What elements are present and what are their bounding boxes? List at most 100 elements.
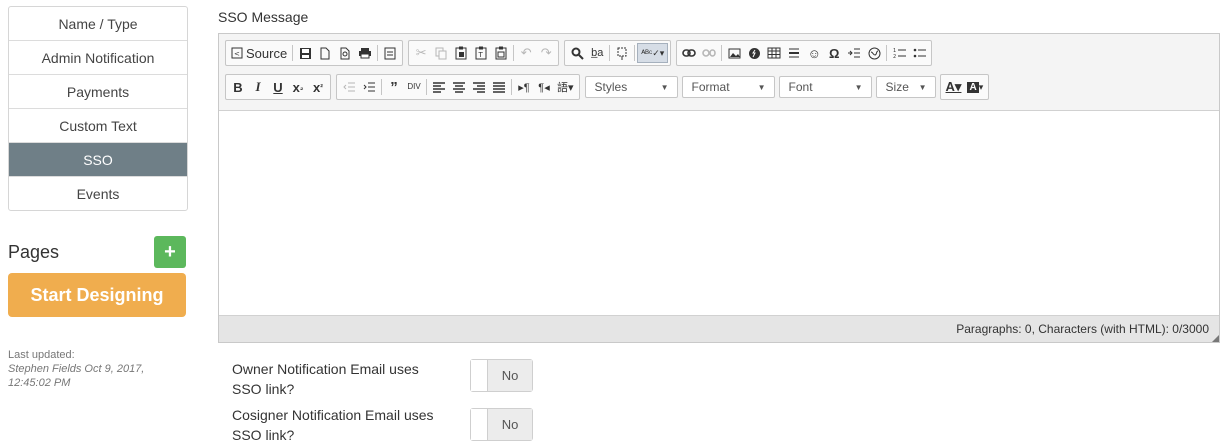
text-direction-rtl-icon[interactable]: ¶◂	[534, 77, 554, 97]
sidebar-item-sso[interactable]: SSO	[9, 143, 187, 177]
align-center-icon[interactable]	[449, 77, 469, 97]
editor-content-area[interactable]	[219, 111, 1219, 316]
svg-text:T: T	[478, 51, 484, 59]
sidebar-nav: Name / Type Admin Notification Payments …	[8, 6, 188, 211]
align-right-icon[interactable]	[469, 77, 489, 97]
sidebar-item-label: Admin Notification	[41, 49, 155, 66]
format-value: Format	[691, 80, 730, 94]
text-direction-ltr-icon[interactable]: ▸¶	[514, 77, 534, 97]
horizontal-line-icon[interactable]	[784, 43, 804, 63]
smiley-icon[interactable]: ☺	[804, 43, 824, 63]
sso-message-label: SSO Message	[218, 9, 309, 25]
chevron-down-icon: ▼	[660, 82, 669, 92]
subscript-icon[interactable]: x₂	[288, 77, 308, 97]
create-div-icon[interactable]: DIV	[404, 77, 424, 97]
outdent-icon[interactable]	[339, 77, 359, 97]
select-all-icon[interactable]	[612, 43, 632, 63]
last-updated-label: Last updated:	[8, 349, 75, 361]
undo-icon[interactable]: ↶	[516, 43, 536, 63]
sidebar-item-label: Custom Text	[59, 117, 137, 134]
paste-word-icon[interactable]	[491, 43, 511, 63]
sidebar-item-custom-text[interactable]: Custom Text	[9, 109, 187, 143]
cosigner-sso-toggle[interactable]: No	[470, 408, 533, 441]
templates-icon[interactable]	[380, 43, 400, 63]
font-dropdown[interactable]: Font ▼	[778, 76, 872, 98]
language-icon[interactable]: 語▾	[554, 77, 577, 97]
toggle-knob	[471, 360, 488, 391]
rich-text-editor: < Source ✂ T ↶ ↷ b̲a ᴬᴮᶜ✓▾ ☺ Ω 1 2 B I U…	[218, 33, 1220, 343]
sidebar-item-label: SSO	[83, 151, 113, 168]
cosigner-sso-label: Cosigner Notification Email uses SSO lin…	[232, 407, 434, 443]
chevron-down-icon: ▼	[757, 82, 766, 92]
source-button[interactable]: < Source	[228, 43, 290, 63]
character-count: Paragraphs: 0, Characters (with HTML): 0…	[956, 322, 1209, 336]
owner-sso-label: Owner Notification Email uses SSO link?	[232, 361, 419, 397]
flash-icon[interactable]	[744, 43, 764, 63]
add-page-button[interactable]: +	[154, 236, 186, 268]
last-updated: Last updated: Stephen Fields Oct 9, 2017…	[8, 348, 183, 390]
bold-icon[interactable]: B	[228, 77, 248, 97]
chevron-down-icon: ▼	[854, 82, 863, 92]
size-dropdown[interactable]: Size ▼	[875, 76, 936, 98]
last-updated-value: Stephen Fields Oct 9, 2017, 12:45:02 PM	[8, 363, 145, 389]
styles-value: Styles	[594, 80, 628, 94]
paste-text-icon[interactable]: T	[471, 43, 491, 63]
svg-text:<: <	[234, 50, 240, 58]
toggle-value: No	[488, 409, 532, 440]
underline-icon[interactable]: U	[268, 77, 288, 97]
superscript-icon[interactable]: x²	[308, 77, 328, 97]
special-char-icon[interactable]: Ω	[824, 43, 844, 63]
unlink-icon[interactable]	[699, 43, 719, 63]
sidebar-item-label: Events	[76, 185, 120, 202]
owner-sso-toggle[interactable]: No	[470, 359, 533, 392]
format-dropdown[interactable]: Format ▼	[681, 76, 775, 98]
toggle-value: No	[488, 360, 532, 391]
svg-text:2: 2	[893, 54, 896, 59]
start-designing-button[interactable]: Start Designing	[8, 273, 186, 317]
size-value: Size	[885, 80, 909, 94]
sidebar-item-label: Payments	[66, 83, 130, 100]
iframe-icon[interactable]	[864, 43, 884, 63]
print-icon[interactable]	[355, 43, 375, 63]
numbered-list-icon[interactable]: 12	[889, 43, 909, 63]
bulleted-list-icon[interactable]	[909, 43, 929, 63]
source-icon: <	[231, 47, 243, 59]
sidebar-item-label: Name / Type	[58, 15, 138, 32]
sidebar-item-admin-notification[interactable]: Admin Notification	[9, 41, 187, 75]
redo-icon[interactable]: ↷	[536, 43, 556, 63]
plus-icon: +	[164, 240, 176, 263]
align-justify-icon[interactable]	[489, 77, 509, 97]
paste-icon[interactable]	[451, 43, 471, 63]
align-left-icon[interactable]	[429, 77, 449, 97]
toggle-knob	[471, 409, 488, 440]
blockquote-icon[interactable]: ”	[384, 77, 404, 97]
replace-icon[interactable]: b̲a	[587, 43, 607, 63]
cut-icon[interactable]: ✂	[411, 43, 431, 63]
find-icon[interactable]	[567, 43, 587, 63]
font-value: Font	[788, 80, 813, 94]
sidebar-item-name-type[interactable]: Name / Type	[9, 7, 187, 41]
styles-dropdown[interactable]: Styles ▼	[584, 76, 678, 98]
editor-toolbar: < Source ✂ T ↶ ↷ b̲a ᴬᴮᶜ✓▾ ☺ Ω 1 2 B I U…	[219, 34, 1219, 111]
save-icon[interactable]	[295, 43, 315, 63]
background-color-icon[interactable]: A ▾	[964, 77, 986, 97]
image-icon[interactable]	[724, 43, 744, 63]
indent-icon[interactable]	[359, 77, 379, 97]
preview-icon[interactable]	[335, 43, 355, 63]
sidebar-item-events[interactable]: Events	[9, 177, 187, 210]
spellcheck-icon[interactable]: ᴬᴮᶜ✓▾	[637, 43, 669, 63]
source-label: Source	[246, 45, 288, 61]
text-color-icon[interactable]: A▾	[943, 77, 965, 97]
italic-icon[interactable]: I	[248, 77, 268, 97]
copy-icon[interactable]	[431, 43, 451, 63]
link-icon[interactable]	[679, 43, 699, 63]
new-page-icon[interactable]	[315, 43, 335, 63]
table-icon[interactable]	[764, 43, 784, 63]
editor-status-bar: Paragraphs: 0, Characters (with HTML): 0…	[219, 315, 1219, 342]
pages-header: Pages +	[8, 236, 186, 272]
resize-handle-icon[interactable]	[1212, 335, 1219, 342]
pages-title: Pages	[8, 242, 60, 262]
chevron-down-icon: ▼	[918, 82, 927, 92]
sidebar-item-payments[interactable]: Payments	[9, 75, 187, 109]
page-break-icon[interactable]	[844, 43, 864, 63]
